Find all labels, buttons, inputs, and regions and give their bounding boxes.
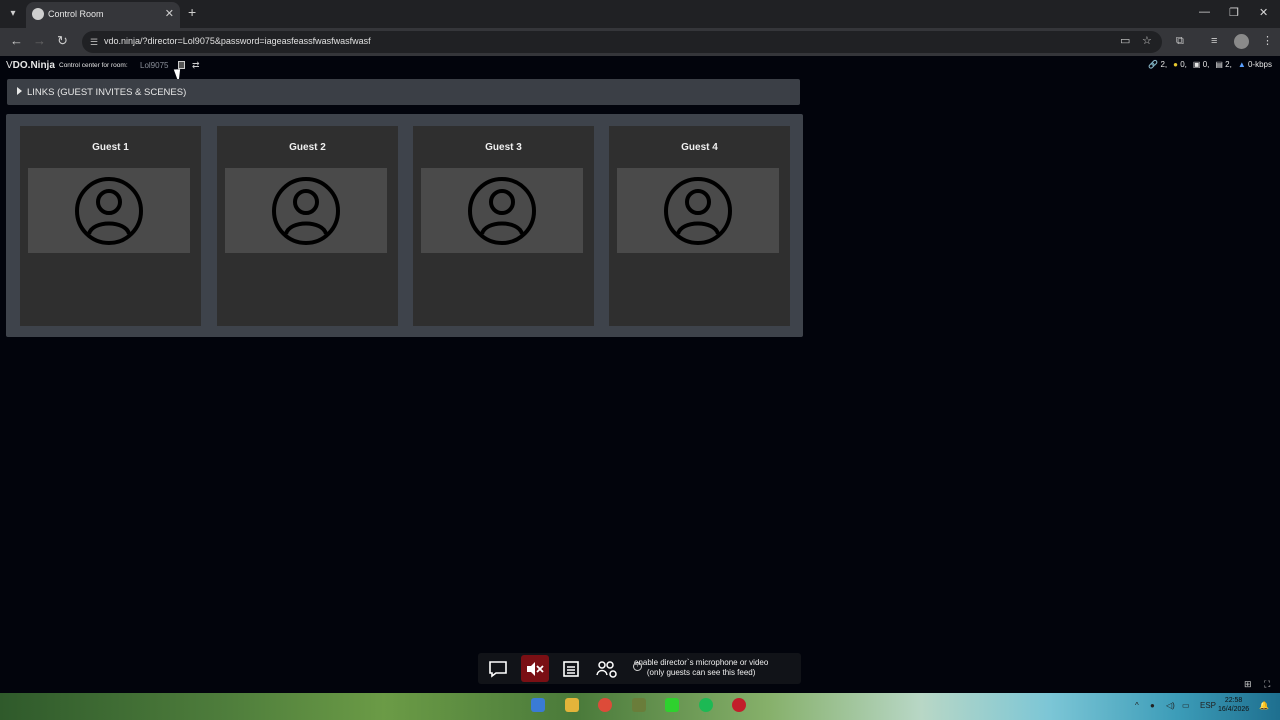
cast-icon[interactable]: ▭ (1120, 35, 1130, 47)
guest-card[interactable]: Guest 4 (609, 126, 790, 326)
menu-icon[interactable]: ⋮ (1262, 35, 1273, 47)
stat-bitrate[interactable]: ▲ 0-kbps (1238, 60, 1272, 69)
tray-mic-icon[interactable]: ● (1150, 701, 1155, 710)
director-control-bar: ? enable director`s microphone or video … (478, 653, 801, 684)
minimize-icon[interactable]: — (1199, 6, 1210, 18)
link-icon: 🔗 (1148, 60, 1159, 69)
network-icon[interactable]: ▭ (1182, 701, 1190, 710)
restore-icon[interactable]: ❐ (1229, 6, 1239, 19)
stat-layers-value: 2, (1225, 60, 1232, 69)
guest-video-placeholder (225, 168, 387, 253)
user-avatar-icon (272, 177, 340, 245)
bulb-icon: ● (1173, 60, 1178, 69)
volume-icon[interactable]: ◁) (1166, 701, 1175, 710)
fullscreen-icon[interactable]: ⛶ (1264, 679, 1270, 690)
chat-icon (489, 660, 507, 678)
browser-tabstrip: ▾ Control Room ✕ + — ❐ ✕ (0, 0, 1280, 28)
clock-time: 22:58 (1224, 697, 1243, 704)
guest-card[interactable]: Guest 2 (217, 126, 398, 326)
layers-icon: ▤ (1215, 60, 1223, 69)
links-section-toggle[interactable]: LINKS (GUEST INVITES & SCENES) (7, 79, 800, 105)
speaker-muted-icon (527, 661, 544, 676)
guest-card[interactable]: Guest 1 (20, 126, 201, 326)
guest-title: Guest 2 (289, 142, 326, 153)
stat-bulbs-value: 0, (1180, 60, 1187, 69)
users-gear-icon (596, 660, 617, 678)
clock[interactable]: 22:58 16/4/2026 (1218, 696, 1249, 714)
reload-icon[interactable]: ↻ (57, 34, 68, 48)
url-text[interactable]: vdo.ninja/?director=Lol9075&password=iag… (104, 36, 371, 46)
site-info-icon[interactable]: ☰ (88, 36, 100, 48)
box-icon: ▣ (1192, 60, 1201, 69)
enable-line1: enable director`s microphone or video (634, 658, 769, 667)
language-indicator[interactable]: ESP (1200, 701, 1216, 710)
tab-search-icon[interactable]: ▾ (4, 5, 22, 23)
app-icon[interactable] (632, 698, 646, 712)
guest-title: Guest 1 (92, 142, 129, 153)
user-avatar-icon (664, 177, 732, 245)
translate-icon[interactable]: ⊞ (1244, 679, 1252, 690)
brand-logo[interactable]: VDO.Ninja (6, 60, 55, 71)
guest-title: Guest 4 (681, 142, 718, 153)
brand-prefix: V (6, 60, 13, 71)
share-icon[interactable]: ⇄ (192, 60, 200, 71)
app-red-icon[interactable] (732, 698, 746, 712)
guest-title: Guest 3 (485, 142, 522, 153)
guest-video-placeholder (421, 168, 583, 253)
stat-bulbs[interactable]: ● 0, (1173, 60, 1187, 69)
profile-avatar[interactable] (1234, 34, 1249, 49)
notification-icon[interactable]: 🔔 (1259, 701, 1269, 710)
app-green-icon[interactable] (665, 698, 679, 712)
room-label: Control center for room: (59, 62, 128, 69)
enable-line2: (only guests can see this feed) (646, 668, 756, 677)
windows-taskbar: ^ ● ◁) ▭ ESP 22:58 16/4/2026 🔔 (0, 693, 1280, 720)
mute-speaker-button[interactable] (521, 655, 549, 682)
guest-grid: Guest 1 Guest 2 Guest 3 Guest 4 (6, 114, 803, 337)
spotify-icon[interactable] (699, 698, 713, 712)
app-header: VDO.Ninja Control center for room: Lol90… (0, 56, 1280, 76)
guest-card[interactable]: Guest 3 (413, 126, 594, 326)
expand-arrow-icon (17, 87, 22, 95)
enable-director-media-button[interactable]: enable director`s microphone or video (o… (634, 658, 768, 678)
chrome-icon[interactable] (598, 698, 612, 712)
start-icon[interactable] (531, 698, 545, 712)
browser-toolbar: ← → ↻ ☰ vdo.ninja/?director=Lol9075&pass… (0, 28, 1280, 56)
close-icon[interactable]: ✕ (165, 7, 174, 20)
tab-control-room[interactable]: Control Room ✕ (26, 2, 180, 28)
chat-button[interactable] (484, 655, 512, 682)
room-name: Lol9075 (140, 61, 169, 70)
address-bar[interactable]: ☰ vdo.ninja/?director=Lol9075&password=i… (82, 31, 1162, 53)
bookmark-star-icon[interactable]: ☆ (1142, 35, 1152, 47)
favicon-icon (32, 8, 44, 20)
stat-bitrate-value: 0-kbps (1247, 60, 1272, 69)
guest-video-placeholder (28, 168, 190, 253)
back-icon[interactable]: ← (10, 34, 23, 48)
user-avatar-icon (75, 177, 143, 245)
guest-video-placeholder (617, 168, 779, 253)
stat-layers[interactable]: ▤ 2, (1215, 60, 1231, 69)
forward-icon[interactable]: → (33, 34, 46, 48)
stat-links[interactable]: 🔗 2, (1148, 60, 1167, 69)
tray-chevron-icon[interactable]: ^ (1135, 701, 1139, 710)
guest-settings-button[interactable] (593, 655, 621, 682)
clock-date: 16/4/2026 (1218, 706, 1250, 713)
screen: ▾ Control Room ✕ + — ❐ ✕ ← → ↻ ☰ vdo.nin… (0, 0, 1280, 720)
stat-links-value: 2, (1160, 60, 1168, 69)
stats-bar: 🔗 2, ● 0, ▣ 0, ▤ 2, ▲ 0-kbps (1148, 60, 1272, 69)
stat-boxes[interactable]: ▣ 0, (1193, 60, 1209, 69)
file-explorer-icon[interactable] (565, 698, 579, 712)
media-icon[interactable]: ≡ (1211, 35, 1217, 47)
layout-icon (563, 660, 579, 677)
user-avatar-icon (468, 177, 536, 245)
extensions-icon[interactable]: ⧉ (1176, 35, 1184, 47)
new-tab-icon[interactable]: + (188, 5, 196, 19)
window-close-icon[interactable]: ✕ (1259, 6, 1268, 19)
links-section-label: LINKS (GUEST INVITES & SCENES) (27, 87, 187, 98)
stat-boxes-value: 0, (1202, 60, 1210, 69)
upload-icon: ▲ (1237, 60, 1246, 69)
layout-button[interactable] (557, 655, 585, 682)
brand-name: DO.Ninja (12, 60, 55, 71)
tab-title: Control Room (48, 9, 104, 19)
